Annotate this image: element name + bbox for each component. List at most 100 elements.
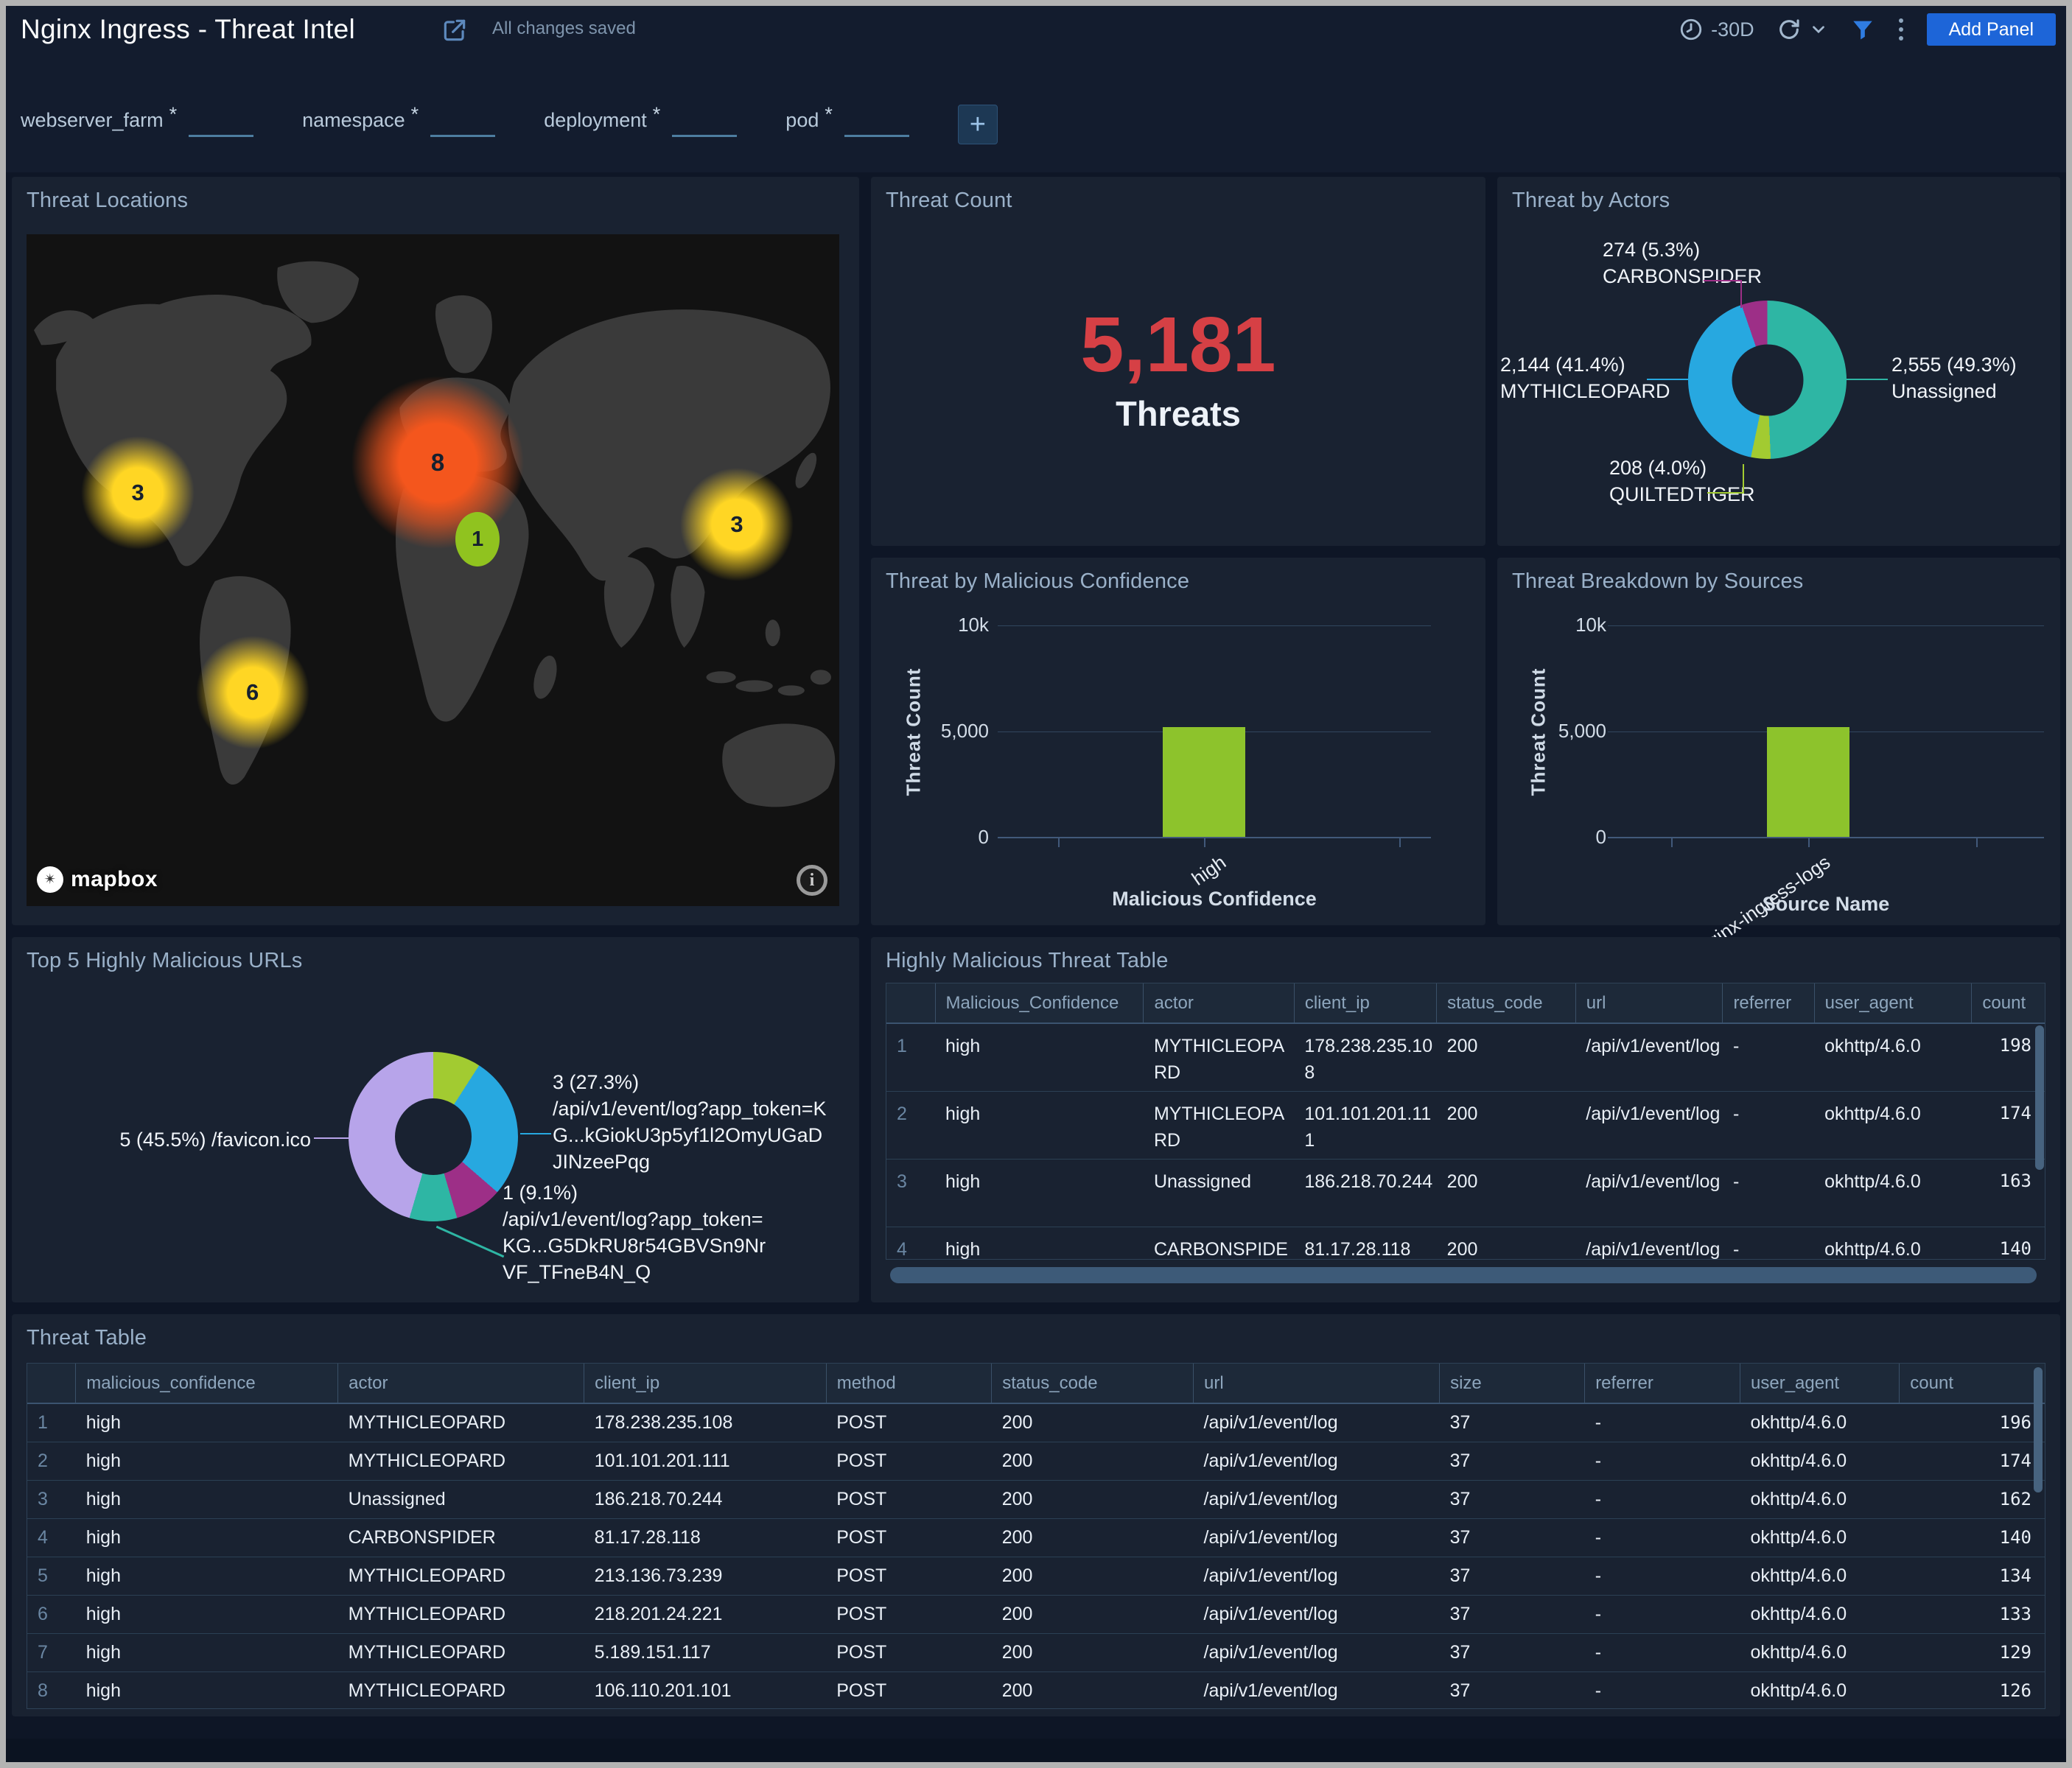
mapbox-wordmark: mapbox (71, 867, 158, 892)
table-cell: POST (826, 1671, 992, 1709)
table-cell: /api/v1/event/log (1194, 1480, 1440, 1518)
column-header-index[interactable] (27, 1364, 76, 1403)
column-header-count[interactable]: count (1900, 1364, 2045, 1403)
footer-strip (6, 1739, 2066, 1762)
table-cell: 200 (1437, 1159, 1576, 1227)
sources-bar (1767, 727, 1849, 837)
table-cell: /api/v1/event/log (1575, 1091, 1723, 1159)
donut-hole (395, 1098, 472, 1175)
column-header-index[interactable] (886, 983, 935, 1023)
column-header-count[interactable]: count (1972, 983, 2045, 1023)
donut-label-quiltedtiger: 208 (4.0%) QUILTEDTIGER (1609, 455, 1755, 508)
table-cell: Unassigned (1144, 1159, 1294, 1227)
filter-input-webserver_farm[interactable] (189, 94, 253, 137)
threat-count-label: Threats (871, 393, 1485, 434)
column-header-malicious_confidence[interactable]: malicious_confidence (76, 1364, 338, 1403)
add-filter-button[interactable]: + (958, 105, 998, 144)
column-header-status_code[interactable]: status_code (992, 1364, 1194, 1403)
gridline (998, 625, 1431, 626)
column-header-client_ip[interactable]: client_ip (584, 1364, 827, 1403)
map-bubble[interactable]: 3 (678, 466, 796, 583)
table-cell: MYTHICLEOPARD (338, 1633, 584, 1671)
table-cell: /api/v1/event/log (1575, 1227, 1723, 1260)
table-cell: POST (826, 1518, 992, 1557)
panel-title: Threat Table (27, 1326, 147, 1350)
map-bubble[interactable]: 6 (194, 634, 312, 751)
world-map[interactable]: 3 81 3 6 ✴ mapbox i (27, 234, 839, 906)
filter-label: deployment (544, 94, 647, 132)
table-cell: okhttp/4.6.0 (1740, 1557, 1900, 1595)
table-cell: okhttp/4.6.0 (1740, 1595, 1900, 1633)
vertical-scrollbar[interactable] (2035, 1025, 2044, 1170)
table-row: 3highUnassigned186.218.70.244200/api/v1/… (886, 1159, 2045, 1227)
mapbox-attribution[interactable]: ✴ mapbox (37, 866, 158, 893)
column-header-Malicious_Confidence[interactable]: Malicious_Confidence (935, 983, 1144, 1023)
filter-input-namespace[interactable] (430, 94, 495, 137)
panel-threat-count: Threat Count 5,181 Threats (871, 177, 1485, 546)
map-bubble[interactable]: 3 (79, 434, 197, 552)
filter-input-pod[interactable] (844, 94, 909, 137)
urls-donut-chart (349, 1052, 518, 1221)
panel-title: Threat Count (886, 189, 1012, 213)
time-range-control[interactable]: -30D (1679, 17, 1754, 42)
table-cell: - (1585, 1442, 1740, 1480)
table-cell: 200 (992, 1403, 1194, 1442)
column-header-method[interactable]: method (826, 1364, 992, 1403)
vertical-scrollbar[interactable] (2034, 1367, 2043, 1492)
table-cell: high (76, 1442, 338, 1480)
filter-label: webserver_farm (21, 94, 164, 132)
column-header-referrer[interactable]: referrer (1585, 1364, 1740, 1403)
table-cell: CARBONSPIDER (1144, 1227, 1294, 1260)
table-row: 6highMYTHICLEOPARD218.201.24.221POST200/… (27, 1595, 2045, 1633)
table-cell: 140 (1900, 1518, 2045, 1557)
filter-item-namespace: namespace* (302, 94, 495, 137)
mapbox-logo-icon: ✴ (37, 866, 63, 893)
column-header-user_agent[interactable]: user_agent (1740, 1364, 1900, 1403)
horizontal-scrollbar[interactable] (890, 1267, 2037, 1283)
table-cell: okhttp/4.6.0 (1740, 1518, 1900, 1557)
x-axis-line (998, 837, 1431, 838)
refresh-control[interactable] (1777, 17, 1828, 42)
donut-label-carbonspider: 274 (5.3%) CARBONSPIDER (1603, 237, 1762, 290)
map-info-icon[interactable]: i (797, 865, 827, 896)
filter-icon[interactable] (1850, 17, 1875, 42)
column-header-url[interactable]: url (1194, 1364, 1440, 1403)
filter-input-deployment[interactable] (672, 94, 737, 137)
donut-label-favicon: 5 (45.5%) /favicon.ico (71, 1127, 311, 1154)
table-cell: /api/v1/event/log (1194, 1518, 1440, 1557)
column-header-user_agent[interactable]: user_agent (1814, 983, 1972, 1023)
column-header-referrer[interactable]: referrer (1723, 983, 1814, 1023)
add-panel-button[interactable]: Add Panel (1927, 13, 2056, 46)
table-cell: 129 (1900, 1633, 2045, 1671)
table-cell: 37 (1440, 1595, 1585, 1633)
column-header-actor[interactable]: actor (338, 1364, 584, 1403)
column-header-status_code[interactable]: status_code (1437, 983, 1576, 1023)
share-icon[interactable] (441, 16, 469, 44)
refresh-icon[interactable] (1777, 17, 1802, 42)
table-cell: 163 (1972, 1159, 2045, 1227)
required-asterisk: * (169, 94, 178, 126)
page-title: Nginx Ingress - Threat Intel (21, 6, 355, 53)
column-header-actor[interactable]: actor (1144, 983, 1294, 1023)
save-status: All changes saved (492, 6, 636, 52)
more-options-icon[interactable] (1897, 17, 1905, 42)
panel-title: Threat Locations (27, 189, 188, 213)
column-header-url[interactable]: url (1575, 983, 1723, 1023)
table-cell: - (1723, 1091, 1814, 1159)
y-tick-0: 0 (1511, 826, 1606, 849)
column-header-client_ip[interactable]: client_ip (1294, 983, 1436, 1023)
table-cell: /api/v1/event/log (1194, 1442, 1440, 1480)
chevron-down-icon[interactable] (1809, 20, 1828, 39)
table-cell: 101.101.201.111 (1294, 1091, 1436, 1159)
table-cell: POST (826, 1557, 992, 1595)
table-cell: - (1585, 1480, 1740, 1518)
table-cell: 133 (1900, 1595, 2045, 1633)
map-bubble[interactable]: 8 (349, 374, 526, 551)
x-axis-label: Malicious Confidence (998, 888, 1431, 911)
table-cell: 198 (1972, 1023, 2045, 1091)
table-cell: 200 (992, 1442, 1194, 1480)
map-bubble[interactable]: 1 (455, 512, 500, 566)
table-cell: - (1585, 1671, 1740, 1709)
column-header-size[interactable]: size (1440, 1364, 1585, 1403)
table-cell: 162 (1900, 1480, 2045, 1518)
